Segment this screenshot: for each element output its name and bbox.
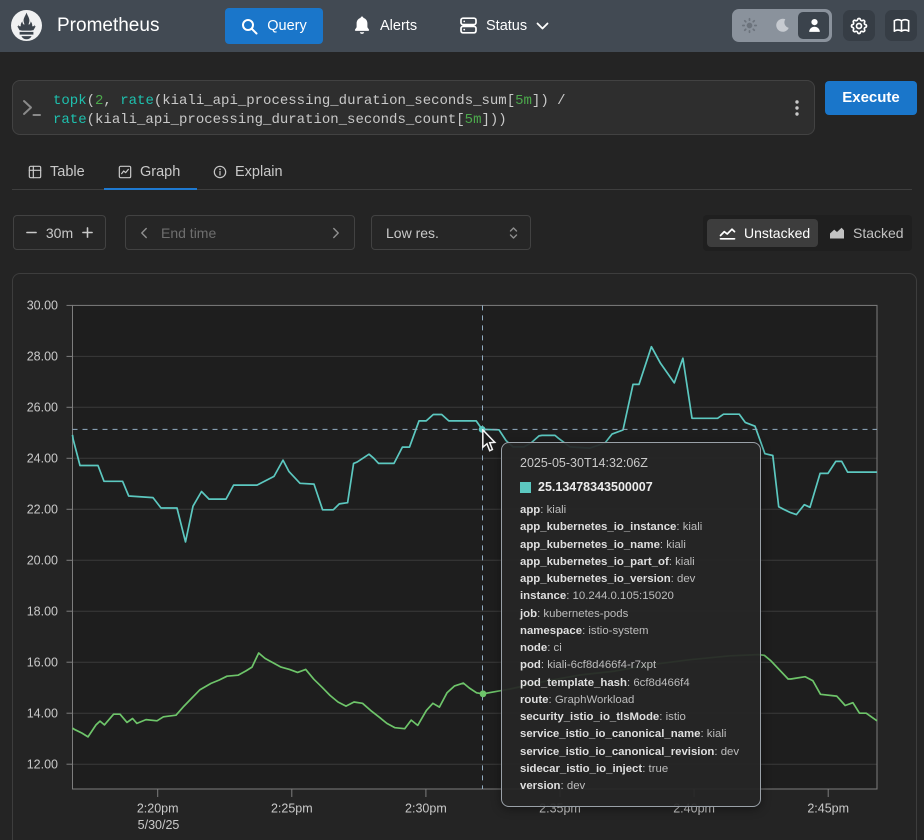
- svg-text:18.00: 18.00: [27, 604, 58, 618]
- svg-text:12.00: 12.00: [27, 757, 58, 771]
- svg-text:2:25pm: 2:25pm: [271, 802, 313, 816]
- svg-text:16.00: 16.00: [27, 655, 58, 669]
- svg-text:5/30/25: 5/30/25: [138, 818, 180, 832]
- svg-text:22.00: 22.00: [27, 503, 58, 517]
- svg-text:2:30pm: 2:30pm: [405, 802, 447, 816]
- svg-text:24.00: 24.00: [27, 452, 58, 466]
- svg-text:2:20pm: 2:20pm: [137, 802, 179, 816]
- svg-text:26.00: 26.00: [27, 401, 58, 415]
- svg-text:14.00: 14.00: [27, 706, 58, 720]
- svg-text:28.00: 28.00: [27, 350, 58, 364]
- svg-text:2:45pm: 2:45pm: [807, 802, 849, 816]
- svg-text:20.00: 20.00: [27, 554, 58, 568]
- svg-text:30.00: 30.00: [27, 299, 58, 313]
